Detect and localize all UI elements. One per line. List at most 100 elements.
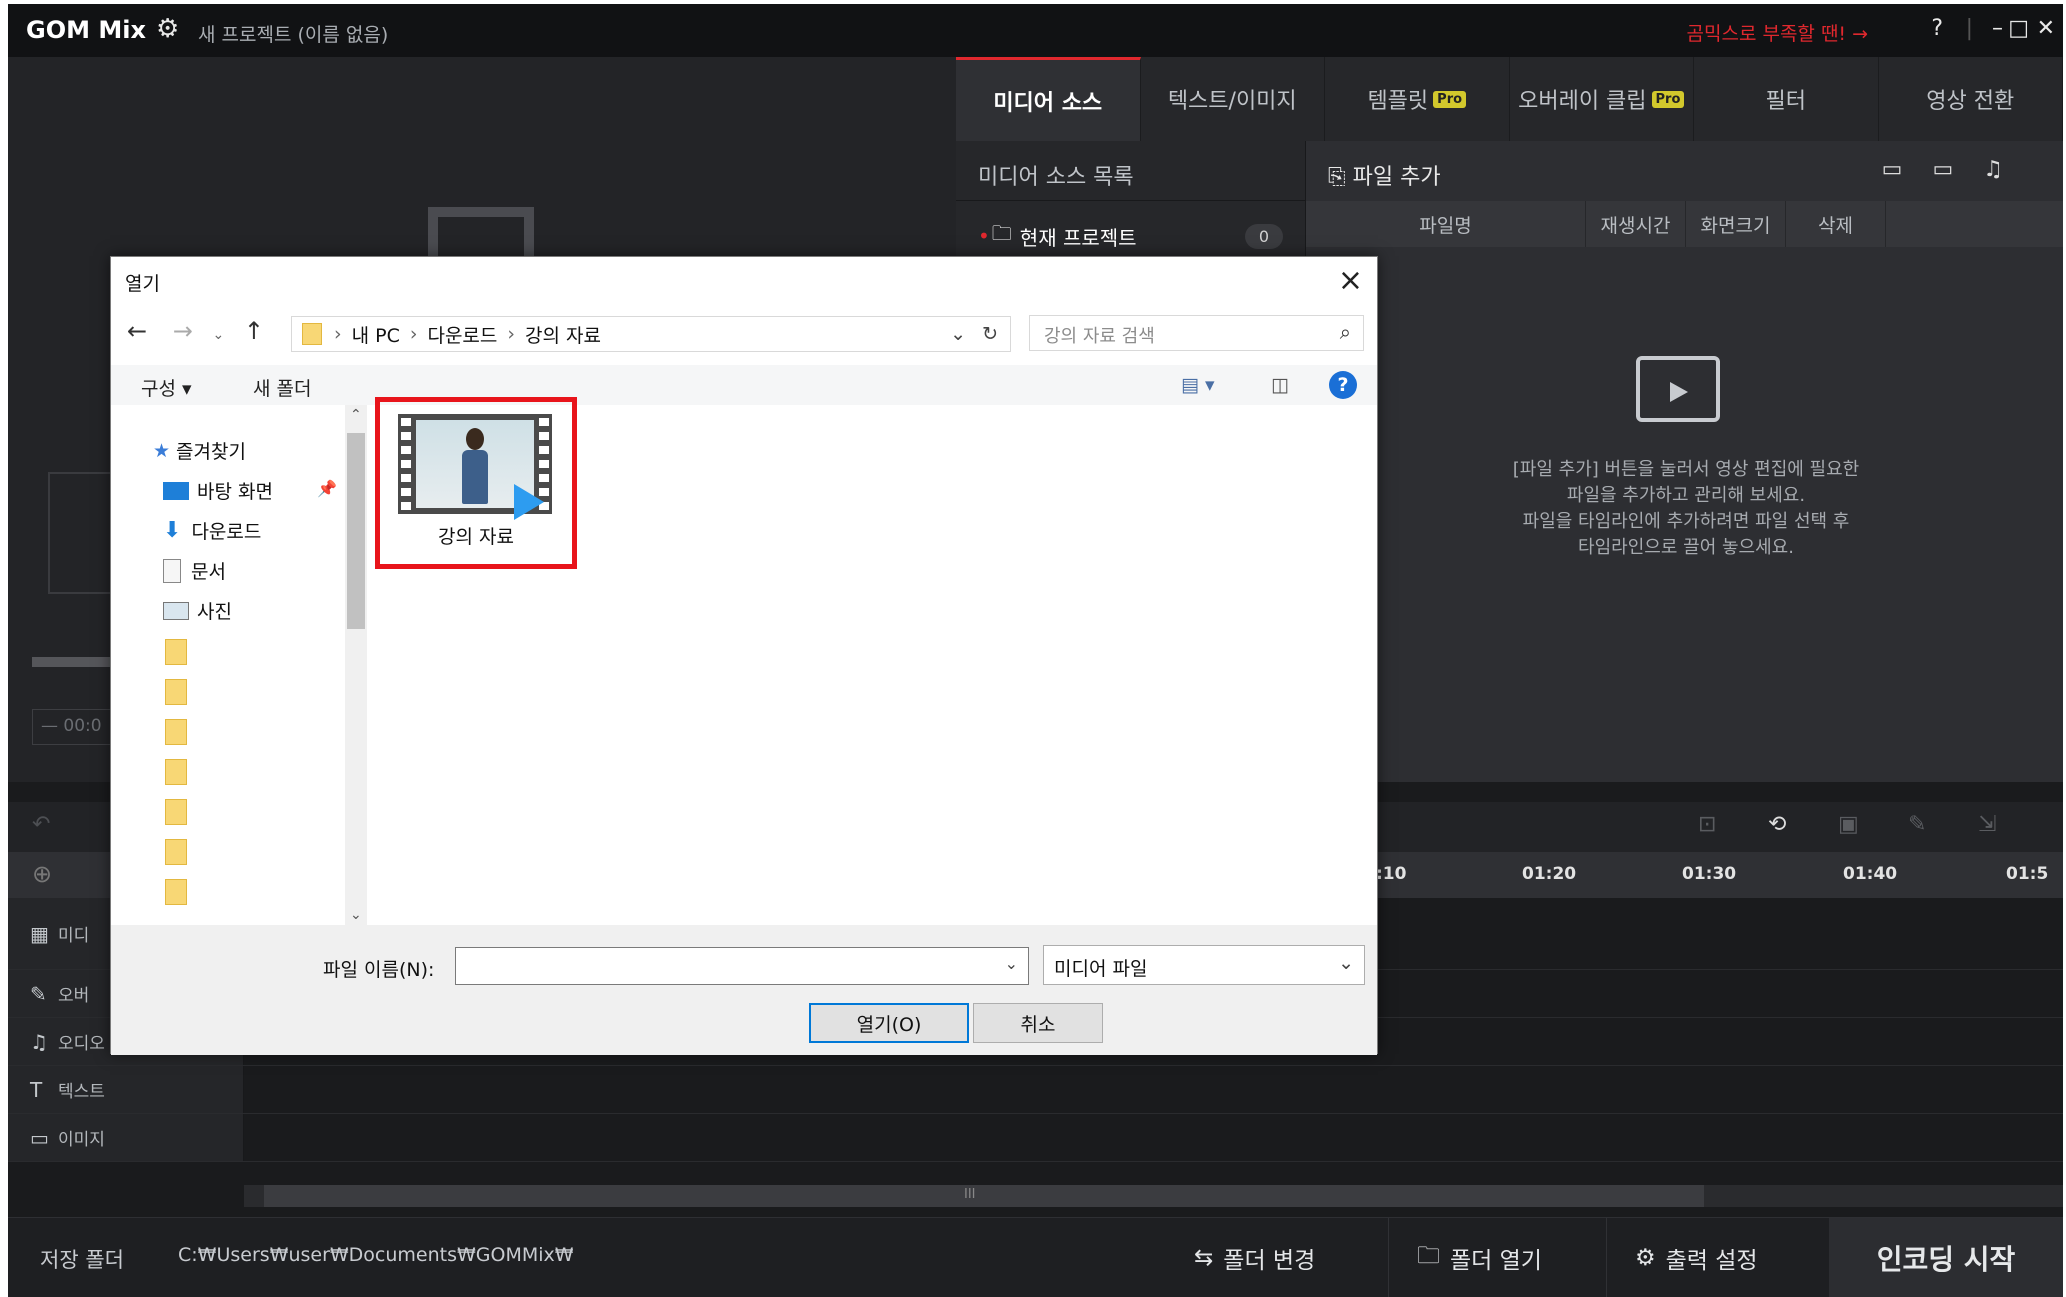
edit-icon[interactable]: ✎ (1908, 812, 1926, 837)
col-duration[interactable]: 재생시간 (1586, 201, 1686, 247)
search-input[interactable]: 강의 자료 검색 ⌕ (1029, 315, 1364, 351)
filename-input[interactable]: ⌄ (455, 947, 1029, 985)
up-arrow-icon[interactable]: ↑ (244, 317, 264, 345)
nav-scrollbar[interactable]: ⌃ ⌄ (345, 405, 367, 925)
back-arrow-icon[interactable]: ← (127, 317, 147, 345)
rotate-icon[interactable]: ⟲ (1768, 812, 1786, 837)
encode-start-button[interactable]: 인코딩 시작 (1829, 1218, 2063, 1297)
open-button[interactable]: 열기(O) (809, 1003, 969, 1043)
film-icon: ▦ (30, 921, 49, 946)
image-check-icon[interactable]: ▭ (1932, 157, 1983, 182)
settings-icon: ⚙ (1635, 1245, 1656, 1271)
video-check-icon[interactable]: ▭ (1882, 157, 1933, 182)
time-field[interactable]: — 00:0 (32, 709, 122, 745)
tab-label: 오버레이 클립 (1518, 89, 1647, 114)
breadcrumb-item[interactable]: 강의 자료 (525, 321, 601, 348)
app-logo: GOM Mix (26, 16, 146, 44)
track-image[interactable]: ▭ 이미지 (8, 1114, 2063, 1162)
seek-bar[interactable] (32, 657, 122, 667)
new-folder-button[interactable]: 새 폴더 (253, 374, 311, 401)
cancel-button[interactable]: 취소 (973, 1003, 1103, 1043)
undo-icon[interactable]: ↶ (32, 812, 50, 837)
chevron-right-icon: › (334, 323, 342, 345)
chevron-down-icon[interactable]: ⌄ (950, 323, 966, 345)
dialog-body: ★ 즐겨찾기 바탕 화면 ⬇ 다운로드 문서 사진 📌 ⌃ ⌄ 강의 자료 (111, 397, 1377, 925)
tab-media-source[interactable]: 미디어 소스 (956, 57, 1141, 141)
nav-label: 즐겨찾기 (176, 441, 246, 463)
zoom-icon[interactable]: ⊕ (32, 860, 52, 888)
address-bar[interactable]: › 내 PC › 다운로드 › 강의 자료 ⌄ ↻ (291, 316, 1011, 352)
help-icon[interactable]: ? (1329, 371, 1357, 399)
folder-icon: 🗀 (991, 221, 1012, 245)
nav-pictures[interactable]: 사진 (163, 597, 232, 624)
nav-downloads[interactable]: ⬇ 다운로드 (163, 517, 261, 544)
add-file-button[interactable]: ⎘ 파일 추가 (1328, 159, 1441, 191)
tab-template[interactable]: 템플릿 Pro (1325, 57, 1510, 141)
pin-icon[interactable]: 📌 (317, 479, 337, 498)
breadcrumb-item[interactable]: 내 PC (352, 321, 400, 348)
chevron-down-icon[interactable]: ⌄ (1005, 954, 1018, 973)
document-icon (163, 558, 181, 583)
gear-icon[interactable]: ⚙ (156, 14, 179, 44)
change-folder-button[interactable]: ⇆ 폴더 변경 (1166, 1218, 1343, 1297)
preview-pane-icon[interactable]: ◫ (1271, 374, 1289, 396)
track-label: ▭ 이미지 (8, 1114, 244, 1161)
track-text[interactable]: T 텍스트 (8, 1066, 2063, 1114)
export-icon[interactable]: ⇲ (1978, 812, 1996, 837)
scroll-thumb[interactable] (347, 433, 365, 629)
maximize-button[interactable]: □ (2008, 16, 2029, 41)
refresh-icon[interactable]: ↻ (982, 323, 998, 345)
nav-favorites[interactable]: ★ 즐겨찾기 (153, 437, 246, 464)
save-icon[interactable]: ▣ (1838, 812, 1859, 837)
file-item-video[interactable]: 강의 자료 (375, 397, 577, 569)
filetype-value: 미디어 파일 (1054, 958, 1148, 980)
breadcrumb-item[interactable]: 다운로드 (427, 321, 497, 348)
forward-arrow-icon[interactable]: → (173, 317, 193, 345)
open-folder-button[interactable]: 🗀 폴더 열기 (1388, 1218, 1570, 1297)
dialog-title: 열기 (125, 273, 160, 295)
output-settings-button[interactable]: ⚙ 출력 설정 (1606, 1218, 1786, 1297)
folder-icon[interactable] (165, 799, 187, 825)
promo-link[interactable]: 곰믹스로 부족할 땐! → (1687, 19, 1869, 46)
music-icon: ♫ (30, 1029, 48, 1054)
recent-chevron-icon[interactable]: ⌄ (213, 327, 225, 343)
text-icon: T (30, 1077, 43, 1102)
nav-documents[interactable]: 문서 (163, 557, 226, 584)
tab-label: 템플릿 (1367, 89, 1429, 114)
folder-icon: 🗀 (1417, 1242, 1440, 1269)
tab-label: 미디어 소스 (993, 90, 1103, 116)
col-delete[interactable]: 삭제 (1786, 201, 1886, 247)
tab-filter[interactable]: 필터 (1694, 57, 1879, 141)
tab-overlay-clip[interactable]: 오버레이 클립 Pro (1510, 57, 1694, 141)
scroll-thumb[interactable]: III (264, 1185, 1704, 1207)
organize-button[interactable]: 구성 ▾ (141, 374, 192, 401)
clapperboard-icon (1636, 356, 1720, 422)
close-button[interactable]: ✕ (2037, 16, 2055, 41)
scroll-up-icon[interactable]: ⌃ (350, 407, 362, 423)
search-icon[interactable]: ⌕ (1340, 320, 1351, 344)
scroll-down-icon[interactable]: ⌄ (350, 907, 362, 923)
folder-icon[interactable] (165, 719, 187, 745)
minimize-button[interactable]: – (1992, 16, 2003, 41)
folder-icon[interactable] (165, 879, 187, 905)
timeline-scrollbar[interactable]: III (244, 1185, 2063, 1207)
split-icon[interactable]: ⊡ (1698, 812, 1716, 837)
dialog-close-button[interactable]: × (1338, 263, 1363, 298)
help-button[interactable]: ? (1931, 16, 1943, 41)
view-menu-icon[interactable]: ▤ ▾ (1181, 374, 1215, 396)
tab-transition[interactable]: 영상 전환 (1879, 57, 2063, 141)
filetype-select[interactable]: 미디어 파일 ⌄ (1043, 945, 1365, 985)
nav-desktop[interactable]: 바탕 화면 (163, 477, 273, 504)
ruler-tick: 01:20 (1522, 864, 1577, 884)
folder-icon[interactable] (165, 759, 187, 785)
folder-icon[interactable] (165, 839, 187, 865)
music-check-icon[interactable]: ♫ (1983, 157, 2033, 182)
bottom-bar: 저장 폴더 C:₩Users₩user₩Documents₩GOMMix₩ ⇆ 폴… (8, 1217, 2063, 1297)
folder-icon[interactable] (165, 679, 187, 705)
folder-icon[interactable] (165, 639, 187, 665)
col-resolution[interactable]: 화면크기 (1686, 201, 1786, 247)
media-list-title: 미디어 소스 목록 (956, 141, 1305, 201)
open-file-dialog: 열기 × ← → ⌄ ↑ › 내 PC › 다운로드 › 강의 자료 ⌄ ↻ 강… (110, 256, 1378, 1055)
col-filename[interactable]: 파일명 (1306, 201, 1586, 247)
tab-text-image[interactable]: 텍스트/이미지 (1141, 57, 1325, 141)
